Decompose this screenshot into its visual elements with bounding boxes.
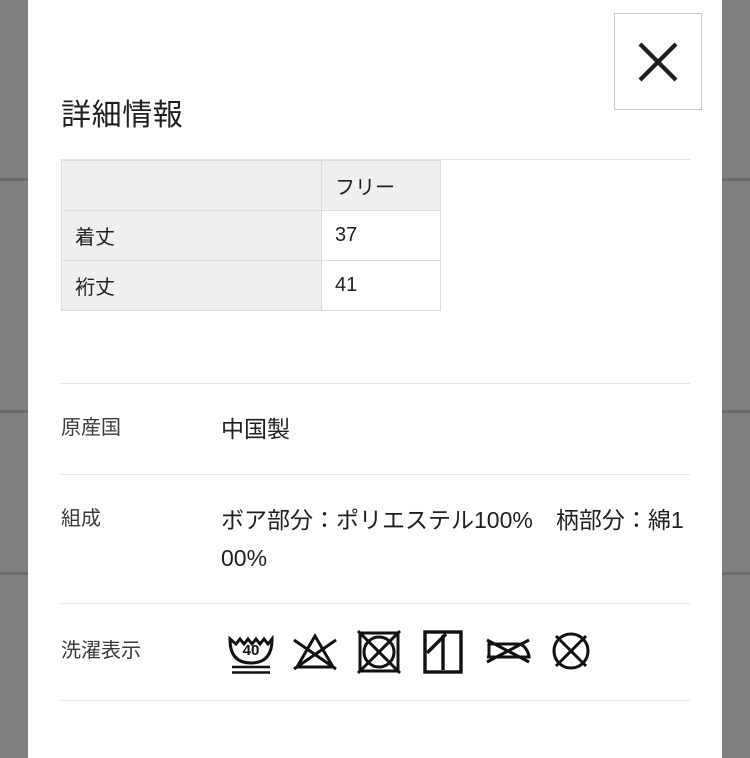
backdrop-divider — [0, 572, 28, 575]
detail-label-care: 洗濯表示 — [61, 639, 141, 662]
detail-value-origin: 中国製 — [221, 416, 290, 442]
detail-value-composition: ボア部分：ポリエステル100% 柄部分：綿100% — [221, 507, 684, 571]
close-button[interactable] — [614, 13, 702, 110]
page-root: 詳細情報 フリー 着丈 37 裄丈 41 原産国 中国製 組成 ボア部分：ポリエ… — [0, 0, 750, 758]
page-title: 詳細情報 — [61, 99, 184, 132]
backdrop-divider — [0, 410, 28, 413]
close-x-icon — [635, 39, 681, 85]
wash-40-very-gentle-icon: 40 — [221, 622, 281, 680]
backdrop-overlay-left[interactable] — [0, 0, 28, 758]
care-symbol-list: 40 — [221, 622, 690, 680]
detail-row-care: 洗濯表示 40 — [61, 602, 690, 701]
backdrop-divider — [0, 178, 28, 181]
backdrop-divider — [722, 178, 750, 181]
do-not-dry-clean-icon — [541, 622, 601, 680]
backdrop-overlay-right[interactable] — [722, 0, 750, 758]
backdrop-divider — [722, 572, 750, 575]
line-dry-in-shade-icon — [413, 622, 473, 680]
size-table-body: 着丈 37 裄丈 41 — [61, 210, 441, 311]
do-not-bleach-icon — [285, 622, 345, 680]
do-not-tumble-dry-icon — [349, 622, 409, 680]
size-table-head: フリー — [61, 160, 441, 211]
detail-modal: 詳細情報 フリー 着丈 37 裄丈 41 原産国 中国製 組成 ボア部分：ポリエ… — [28, 0, 722, 758]
backdrop-divider — [722, 410, 750, 413]
detail-label-composition: 組成 — [61, 508, 101, 531]
table-header-blank — [61, 160, 322, 211]
row-label-length: 着丈 — [61, 210, 322, 261]
size-table: フリー 着丈 37 裄丈 41 — [61, 160, 441, 311]
row-label-sleeve: 裄丈 — [61, 260, 322, 311]
detail-row-composition: 組成 ボア部分：ポリエステル100% 柄部分：綿100% — [61, 474, 690, 603]
detail-list: 原産国 中国製 組成 ボア部分：ポリエステル100% 柄部分：綿100% 洗濯表… — [61, 383, 690, 701]
table-header-size: フリー — [321, 160, 441, 211]
detail-row-origin: 原産国 中国製 — [61, 383, 690, 474]
detail-value-care: 40 — [221, 622, 690, 680]
row-value-sleeve: 41 — [321, 260, 441, 311]
svg-text:40: 40 — [243, 642, 260, 659]
do-not-iron-icon — [477, 622, 537, 680]
table-row: 裄丈 41 — [61, 260, 441, 311]
table-row: 着丈 37 — [61, 210, 441, 261]
size-table-section: フリー 着丈 37 裄丈 41 — [61, 159, 690, 311]
table-header-row: フリー — [61, 160, 441, 211]
row-value-length: 37 — [321, 210, 441, 261]
detail-label-origin: 原産国 — [61, 417, 121, 439]
